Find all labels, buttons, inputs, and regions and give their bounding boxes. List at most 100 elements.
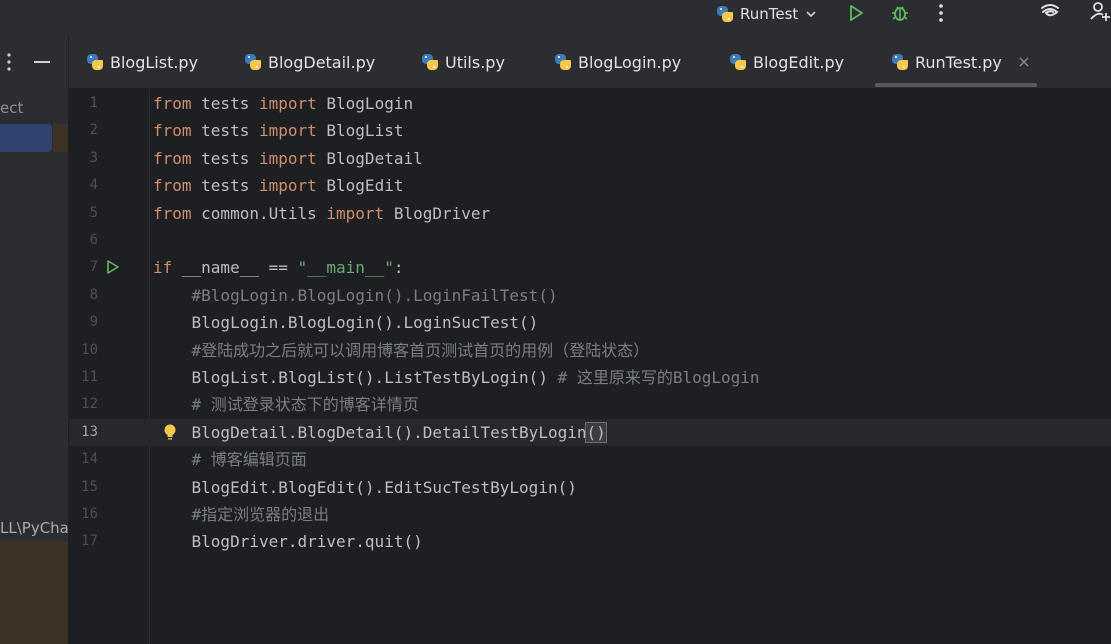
active-tab-indicator xyxy=(875,83,1037,87)
code-token: BlogList.BlogList().ListTestByLogin() xyxy=(153,368,558,387)
minimize-icon[interactable] xyxy=(34,61,50,63)
code-text: if __name__ == "__main__": xyxy=(153,254,403,281)
code-token: common.Utils xyxy=(191,203,327,223)
selected-tree-item[interactable] xyxy=(0,124,52,152)
code-text: #登陆成功之后就可以调用博客首页测试首页的用例（登陆状态） xyxy=(153,337,650,364)
code-text: # 测试登录状态下的博客详情页 xyxy=(153,391,419,418)
code-line[interactable]: 5 from common.Utils import BlogDriver xyxy=(69,200,1111,227)
run-icon[interactable] xyxy=(845,2,867,24)
close-icon[interactable] xyxy=(1018,56,1030,68)
tab-label: BlogList.py xyxy=(110,52,199,72)
project-tool-window: ect LL\PyChar xyxy=(0,36,75,644)
line-number: 6 xyxy=(89,232,98,248)
run-configuration-selector[interactable]: RunTest xyxy=(716,2,818,26)
code-token: BlogDetail xyxy=(316,148,423,168)
keyword-token: import xyxy=(326,203,385,223)
code-token: BlogDetail.BlogDetail().DetailTestByLogi… xyxy=(153,422,587,442)
code-token: tests xyxy=(191,176,259,196)
code-line[interactable]: 3 from tests import BlogDetail xyxy=(69,145,1111,172)
main-toolbar: RunTest xyxy=(0,0,1111,36)
code-line[interactable]: 4 from tests import BlogEdit xyxy=(69,172,1111,199)
comment-token: #登陆成功之后就可以调用博客首页测试首页的用例（登陆状态） xyxy=(153,340,650,360)
comment-token: #指定浏览器的退出 xyxy=(153,505,330,524)
code-line[interactable]: 6 xyxy=(69,227,1111,254)
tab-bloglogin[interactable]: BlogLogin.py xyxy=(554,50,681,74)
code-line[interactable]: 1 from tests import BlogLogin xyxy=(69,90,1111,117)
line-number: 13 xyxy=(81,423,98,440)
code-text: from tests import BlogEdit xyxy=(153,172,403,199)
python-file-icon xyxy=(729,53,747,71)
code-text: from common.Utils import BlogDriver xyxy=(153,200,490,227)
code-token: () xyxy=(585,421,607,443)
code-line[interactable]: 7 if __name__ == "__main__": xyxy=(69,254,1111,281)
code-text: #指定浏览器的退出 xyxy=(153,501,330,528)
code-token: BlogDriver xyxy=(384,203,491,223)
add-user-icon[interactable] xyxy=(1089,0,1111,22)
code-token: BlogList xyxy=(316,121,404,141)
code-line[interactable]: 12 # 测试登录状态下的博客详情页 xyxy=(69,391,1111,418)
line-number: 10 xyxy=(81,341,98,358)
code-line[interactable]: 11 BlogList.BlogList().ListTestByLogin()… xyxy=(69,364,1111,391)
debug-icon[interactable] xyxy=(889,2,911,24)
run-configuration-label: RunTest xyxy=(740,5,799,23)
keyword-token: from xyxy=(153,148,192,168)
code-line[interactable]: 8 #BlogLogin.BlogLogin().LoginFailTest() xyxy=(69,282,1111,309)
code-line[interactable]: 2 from tests import BlogList xyxy=(69,117,1111,144)
project-path-label: LL\PyChar xyxy=(0,519,76,537)
code-token: __name__ == xyxy=(172,258,298,278)
tab-label: RunTest.py xyxy=(915,52,1002,72)
keyword-token: from xyxy=(153,121,192,141)
line-number: 14 xyxy=(81,451,98,468)
line-number: 16 xyxy=(81,506,98,522)
code-text: BlogEdit.BlogEdit().EditSucTestByLogin() xyxy=(153,474,577,501)
python-icon xyxy=(716,5,734,23)
comment-token: # 博客编辑页面 xyxy=(153,450,307,470)
run-gutter-icon[interactable] xyxy=(105,259,121,275)
keyword-token: import xyxy=(258,94,317,113)
options-icon[interactable] xyxy=(4,52,14,72)
line-number: 4 xyxy=(89,177,98,194)
line-number: 12 xyxy=(81,396,98,413)
tab-blogedit[interactable]: BlogEdit.py xyxy=(729,50,844,74)
code-line[interactable]: 13 BlogDetail.BlogDetail().DetailTestByL… xyxy=(69,418,1111,446)
code-token: BlogLogin xyxy=(316,94,414,113)
line-number: 15 xyxy=(81,478,98,495)
code-text: from tests import BlogList xyxy=(153,117,403,144)
more-icon[interactable] xyxy=(930,2,952,24)
line-number: 8 xyxy=(89,286,98,303)
tab-blogdetail[interactable]: BlogDetail.py xyxy=(244,50,375,74)
python-file-icon xyxy=(86,53,104,71)
editor-tab-bar: BlogList.py BlogDetail.py Utils.py BlogL… xyxy=(69,36,1111,89)
line-number: 11 xyxy=(81,369,98,385)
code-editor[interactable]: 1 from tests import BlogLogin 2 from tests … xyxy=(69,89,1111,644)
code-line[interactable]: 17 BlogDriver.driver.quit() xyxy=(69,528,1111,555)
tab-runtest[interactable]: RunTest.py xyxy=(891,50,1030,74)
comment-token: # 测试登录状态下的博客详情页 xyxy=(153,395,419,415)
line-number: 1 xyxy=(89,95,98,111)
lightbulb-icon[interactable] xyxy=(162,423,178,441)
tab-bloglist[interactable]: BlogList.py xyxy=(86,50,198,74)
code-line[interactable]: 14 # 博客编辑页面 xyxy=(69,446,1111,473)
code-token: BlogEdit xyxy=(316,176,404,196)
code-text: BlogList.BlogList().ListTestByLogin() # … xyxy=(153,364,760,391)
ai-assistant-icon[interactable] xyxy=(1039,0,1061,22)
tab-utils[interactable]: Utils.py xyxy=(421,50,505,74)
chevron-down-icon xyxy=(806,11,816,18)
code-line[interactable]: 10 #登陆成功之后就可以调用博客首页测试首页的用例（登陆状态） xyxy=(69,337,1111,364)
keyword-token: import xyxy=(258,148,317,168)
line-number: 9 xyxy=(89,314,98,331)
code-line[interactable]: 15 BlogEdit.BlogEdit().EditSucTestByLogi… xyxy=(69,474,1111,501)
tree-item-highlight xyxy=(0,541,68,644)
code-line[interactable]: 9 BlogLogin.BlogLogin().LoginSucTest() xyxy=(69,309,1111,336)
code-text: # 博客编辑页面 xyxy=(153,446,307,473)
code-token: tests xyxy=(191,94,259,113)
keyword-token: from xyxy=(153,203,192,223)
code-line[interactable]: 16 #指定浏览器的退出 xyxy=(69,501,1111,528)
tab-label: BlogDetail.py xyxy=(268,52,376,72)
line-number: 3 xyxy=(89,149,98,166)
code-token: BlogLogin.BlogLogin().LoginSucTest() xyxy=(153,313,539,333)
python-file-icon xyxy=(891,53,909,71)
code-text: from tests import BlogDetail xyxy=(153,145,423,172)
code-token: tests xyxy=(191,121,259,141)
keyword-token: if xyxy=(153,258,173,278)
